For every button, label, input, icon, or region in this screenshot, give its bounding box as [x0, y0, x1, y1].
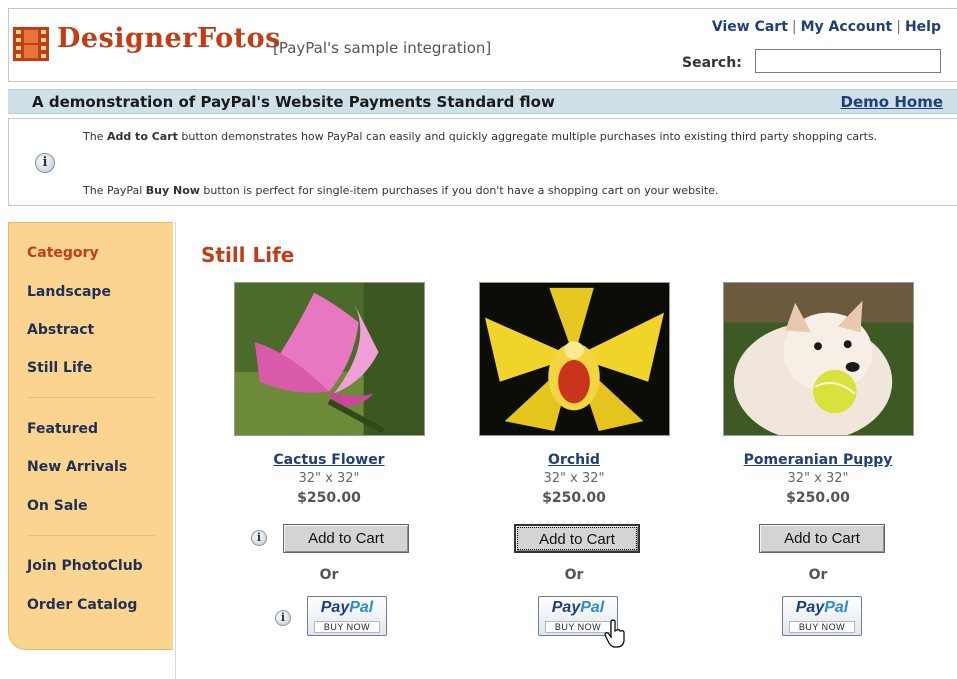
sidebar-heading-category: Category — [27, 245, 99, 261]
page-title: Still Life — [201, 243, 295, 267]
product-price: $250.00 — [542, 490, 606, 506]
add-to-cart-button[interactable]: Add to Cart — [283, 524, 409, 553]
demo-home-link[interactable]: Demo Home — [841, 93, 943, 111]
info-icon: i — [35, 153, 55, 173]
info-icon[interactable]: i — [251, 530, 267, 546]
product-image-pomeranian-puppy[interactable] — [723, 282, 914, 436]
product-name-link[interactable]: Pomeranian Puppy — [718, 452, 918, 468]
info-buy-now-text: The PayPal Buy Now button is perfect for… — [83, 184, 719, 197]
banner-title: A demonstration of PayPal's Website Paym… — [32, 93, 555, 111]
sidebar-item-featured[interactable]: Featured — [27, 421, 98, 437]
product-name-link[interactable]: Orchid — [474, 452, 674, 468]
category-sidebar: Category Landscape Abstract Still Life F… — [8, 222, 173, 650]
info-icon[interactable]: i — [275, 610, 291, 626]
product-size: 32" x 32" — [298, 471, 360, 486]
info-box: i The Add to Cart button demonstrates ho… — [8, 118, 957, 206]
paypal-logo: PayPal — [320, 599, 374, 616]
add-to-cart-button[interactable]: Add to Cart — [759, 524, 885, 553]
sidebar-item-on-sale[interactable]: On Sale — [27, 498, 88, 514]
buy-now-label: BUY NOW — [789, 621, 855, 633]
top-nav: View Cart | My Account | Help — [712, 19, 941, 35]
sidebar-item-abstract[interactable]: Abstract — [27, 322, 94, 338]
search-input[interactable] — [755, 49, 941, 73]
nav-separator: | — [896, 19, 901, 35]
info-add-to-cart-text: The Add to Cart button demonstrates how … — [83, 130, 878, 143]
search-label: Search: — [682, 55, 742, 71]
nav-separator: | — [791, 19, 797, 35]
film-strip-icon — [13, 27, 49, 61]
add-to-cart-button[interactable]: Add to Cart — [514, 524, 640, 553]
product-price: $250.00 — [297, 490, 361, 506]
site-header: DesignerFotos [PayPal's sample integrati… — [8, 8, 957, 82]
demo-banner: A demonstration of PayPal's Website Paym… — [8, 89, 957, 114]
sidebar-item-still-life[interactable]: Still Life — [27, 360, 92, 376]
or-label: Or — [564, 567, 584, 583]
sidebar-item-landscape[interactable]: Landscape — [27, 284, 111, 300]
site-logo[interactable]: DesignerFotos — [57, 23, 281, 54]
sidebar-item-new-arrivals[interactable]: New Arrivals — [27, 459, 127, 475]
buy-now-label: BUY NOW — [545, 621, 611, 633]
product-size: 32" x 32" — [543, 471, 605, 486]
paypal-logo: PayPal — [795, 599, 849, 616]
product-image-orchid[interactable] — [479, 282, 670, 436]
paypal-buy-now-button[interactable]: PayPal BUY NOW — [782, 596, 862, 636]
or-label: Or — [319, 567, 339, 583]
sidebar-item-join-photoclub[interactable]: Join PhotoClub — [27, 558, 143, 574]
paypal-buy-now-button[interactable]: PayPal BUY NOW — [307, 596, 387, 636]
product-price: $250.00 — [786, 490, 850, 506]
product-image-cactus-flower[interactable] — [234, 282, 425, 436]
sidebar-divider — [27, 535, 155, 536]
product-name-link[interactable]: Cactus Flower — [229, 452, 429, 468]
sidebar-divider — [27, 397, 155, 398]
buy-now-label: BUY NOW — [314, 621, 380, 633]
hand-pointer-icon — [604, 619, 625, 648]
my-account-link[interactable]: My Account — [801, 19, 893, 35]
sidebar-item-order-catalog[interactable]: Order Catalog — [27, 597, 137, 613]
view-cart-link[interactable]: View Cart — [712, 19, 788, 35]
or-label: Or — [808, 567, 828, 583]
help-link[interactable]: Help — [905, 19, 941, 35]
product-size: 32" x 32" — [787, 471, 849, 486]
paypal-logo: PayPal — [551, 599, 605, 616]
site-subtitle: [PayPal's sample integration] — [273, 39, 492, 57]
content-divider — [175, 222, 176, 679]
